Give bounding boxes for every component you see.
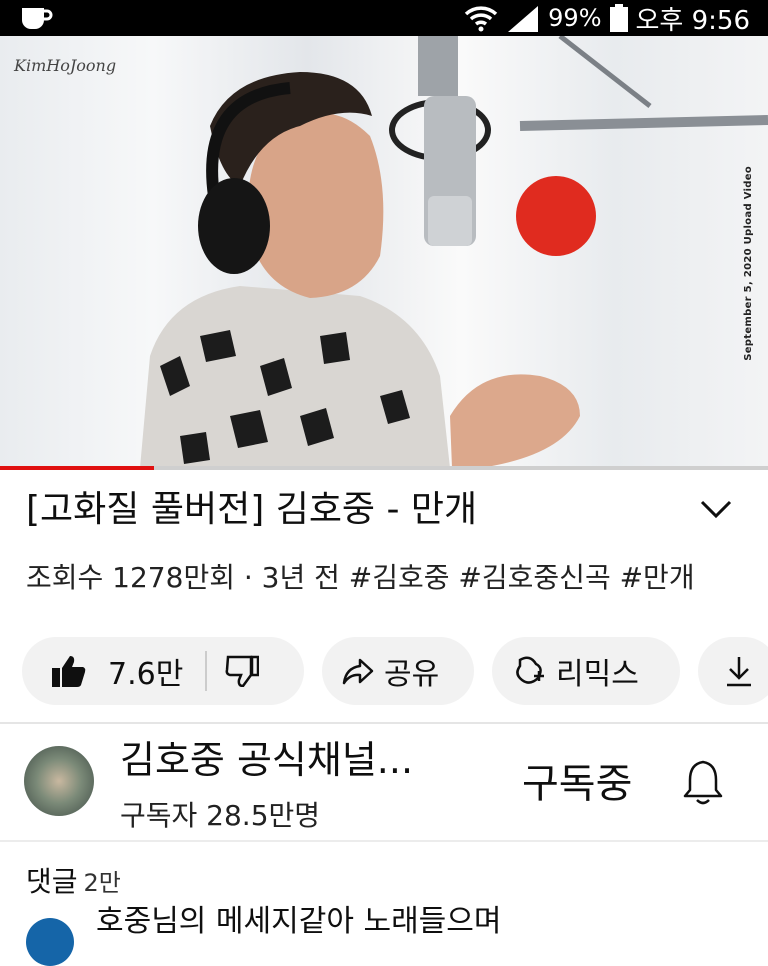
comments-header[interactable]: 댓글 2만 <box>26 862 121 903</box>
video-frame <box>140 36 768 468</box>
channel-watermark: KimHoJoong <box>14 56 117 75</box>
comment-preview[interactable]: 호중님의 메세지같아 노래들으며 <box>96 900 501 944</box>
share-button[interactable]: 공유 <box>322 637 474 705</box>
like-divider <box>205 651 208 691</box>
thumbs-up-icon[interactable] <box>52 655 86 687</box>
remix-button[interactable]: 리믹스 <box>492 637 680 705</box>
signal-icon <box>508 6 539 32</box>
chevron-down-icon[interactable] <box>694 492 738 528</box>
status-bar: 99% 오후 9:56 <box>0 0 768 36</box>
section-divider <box>0 840 768 854</box>
channel-avatar[interactable] <box>24 746 94 816</box>
channel-name[interactable]: 김호중 공식채널... <box>120 732 413 788</box>
comments-label: 댓글 <box>26 865 78 898</box>
video-title[interactable]: [고화질 풀버전] 김호중 - 만개 <box>26 484 686 536</box>
bell-icon[interactable] <box>680 758 726 808</box>
thumbs-down-icon[interactable] <box>225 655 260 687</box>
video-player[interactable]: KimHoJoong September 5, 2020 Upload Vide… <box>0 36 768 468</box>
video-meta[interactable]: 조회수 1278만회 · 3년 전 #김호중 #김호중신곡 #만개 <box>26 556 746 618</box>
coffee-cup-icon <box>22 8 53 29</box>
subscribed-button[interactable]: 구독중 <box>522 756 632 812</box>
download-button[interactable] <box>698 637 768 705</box>
download-icon <box>727 657 751 687</box>
clock: 오후 9:56 <box>635 5 751 36</box>
remix-icon <box>516 656 544 684</box>
like-count[interactable]: 7.6만 <box>108 649 183 693</box>
battery-percent: 99% <box>548 4 602 32</box>
subscriber-count: 구독자 28.5만명 <box>120 799 321 832</box>
comments-count: 2만 <box>83 869 121 897</box>
share-label: 공유 <box>384 657 440 692</box>
action-bar: 7.6만 공유 리믹스 <box>22 637 768 705</box>
share-icon <box>342 658 374 685</box>
comment-avatar <box>26 918 74 966</box>
wifi-icon <box>464 6 498 32</box>
progress-fill <box>0 466 154 470</box>
remix-label: 리믹스 <box>556 657 639 692</box>
battery-icon <box>609 4 628 32</box>
progress-bar[interactable] <box>0 466 768 470</box>
divider <box>0 722 768 724</box>
like-dislike-group: 7.6만 <box>22 637 304 705</box>
upload-date-caption: September 5, 2020 Upload Video <box>743 166 754 361</box>
